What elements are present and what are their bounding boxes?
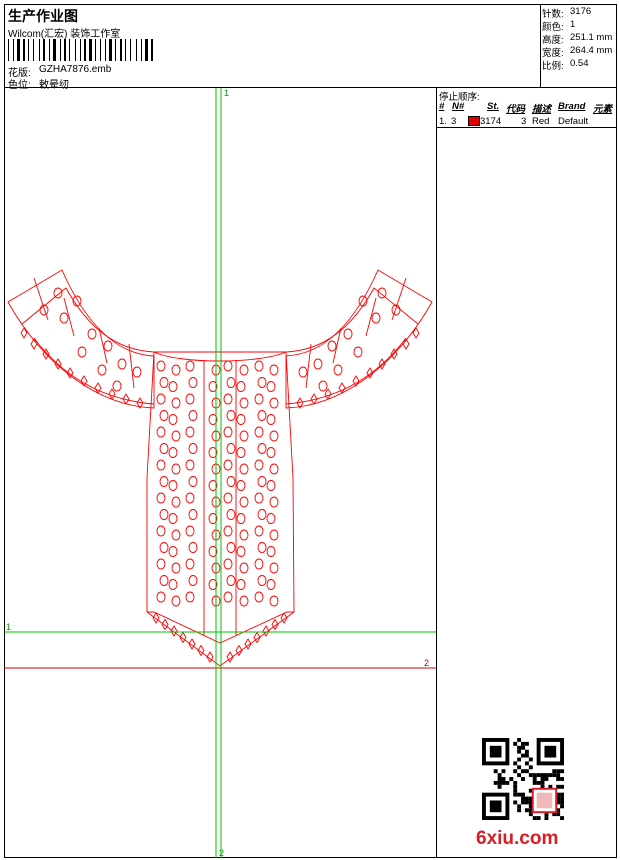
row-description: Red [532, 116, 550, 127]
row-index: 1. [439, 116, 447, 127]
row-needle: 3 [451, 116, 457, 127]
embroidery-design [7, 269, 433, 667]
col-brand: Brand [558, 101, 586, 112]
design-canvas: 1 2 1 2 [4, 88, 436, 858]
stat-scale: 比例: 0.54 [542, 58, 589, 72]
qr-code-icon [482, 738, 564, 820]
studio-name: Wilcom(汇宏) 装饰工作室 [8, 29, 121, 40]
table-divider [437, 127, 617, 128]
axis-label-v-bottom: 2 [219, 848, 224, 858]
design-value: GZHA7876.emb [39, 64, 112, 75]
col-needle: N# [452, 101, 465, 112]
stat-width: 宽度: 264.4 mm [542, 45, 613, 59]
color-swatch [468, 116, 480, 126]
axis-label-h-right: 2 [424, 658, 429, 668]
watermark: 6xiu.com [476, 828, 559, 849]
row-code: 3 [521, 116, 527, 127]
stat-colors: 颜色: 1 [542, 19, 576, 33]
barcode-icon [8, 39, 153, 61]
row-stitches: 3174 [480, 116, 502, 127]
col-stitches: St. [487, 101, 500, 112]
stat-height: 高度: 251.1 mm [542, 32, 613, 46]
sheet-title: 生产作业图 [8, 8, 78, 24]
axis-label-h-left: 1 [6, 622, 11, 632]
stat-stitches: 针数: 3176 [542, 6, 592, 20]
col-element: 元素 [593, 104, 613, 115]
stop-sequence-panel: 停止顺序: # N# St. 代码 描述 Brand 元素 1. 3 3174 … [436, 88, 617, 858]
col-description: 描述 [532, 104, 552, 115]
header-panel: 生产作业图 Wilcom(汇宏) 装饰工作室 花版: GZHA7876.emb … [4, 4, 541, 91]
stats-panel: 针数: 3176 颜色: 1 高度: 251.1 mm 宽度: 264.4 mm 比例:… [541, 4, 617, 88]
axis-label-v-top: 1 [224, 88, 229, 98]
col-code: 代码 [506, 104, 526, 115]
row-brand: Default [558, 116, 589, 127]
col-index: # [439, 101, 445, 112]
